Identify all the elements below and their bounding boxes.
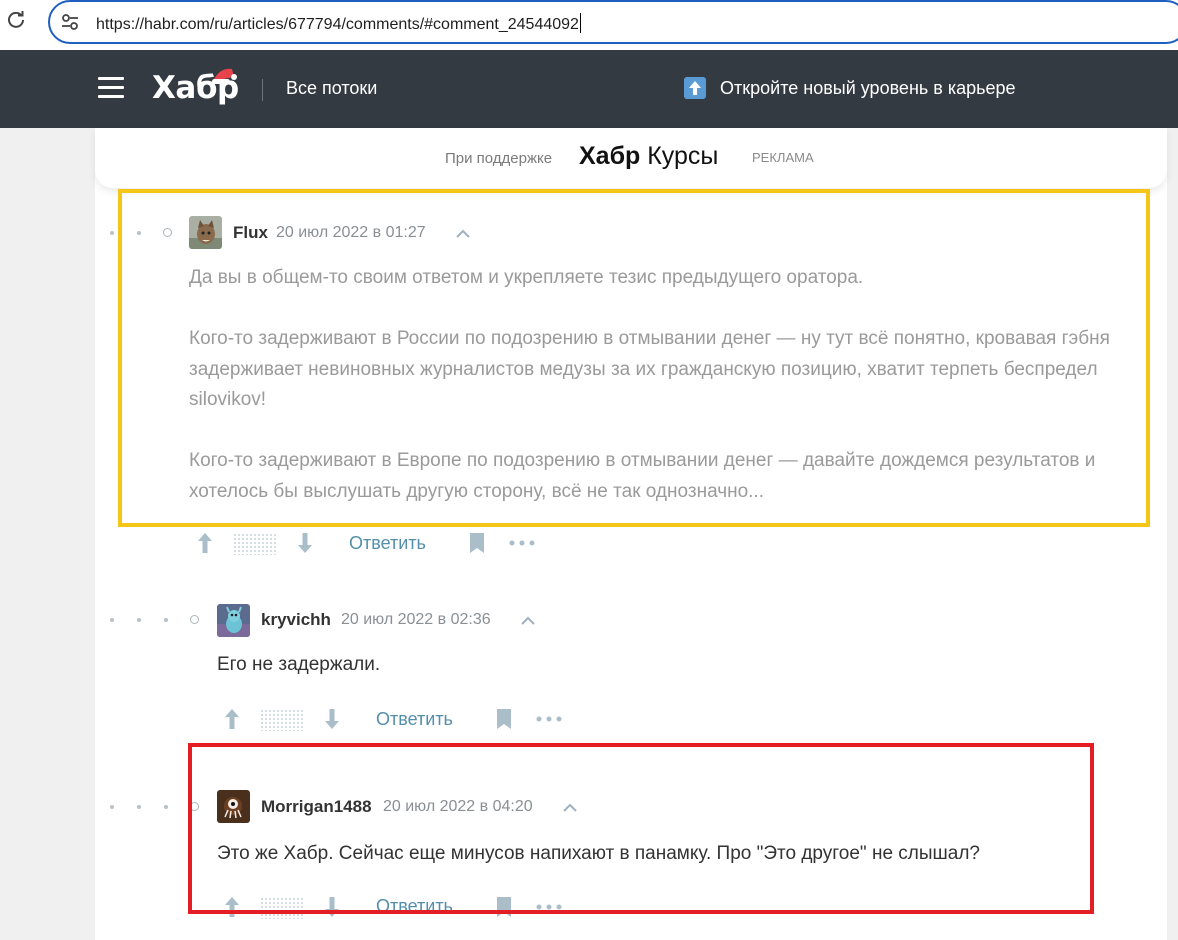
comment-body: Его не задержали. [217, 650, 1117, 681]
career-promo-link[interactable]: Откройте новый уровень в карьере [720, 78, 1016, 99]
thread-dot [137, 805, 141, 809]
thread-node [190, 615, 199, 624]
arrow-up-icon [684, 77, 706, 99]
thread-dot [137, 618, 141, 622]
vote-up-icon[interactable] [196, 531, 214, 555]
all-streams-link[interactable]: Все потоки [286, 78, 377, 99]
thread-dot [164, 805, 168, 809]
site-settings-icon[interactable] [60, 12, 80, 32]
site-header: Хабр Все потоки Откройте новый уровень в… [0, 50, 1178, 128]
browser-address-bar: https://habr.com/ru/articles/677794/comm… [0, 0, 1178, 50]
reply-button[interactable]: Ответить [376, 709, 453, 730]
vote-down-icon[interactable] [296, 531, 314, 555]
score-hidden-icon [260, 709, 304, 731]
thread-dot [164, 618, 168, 622]
score-hidden-icon [233, 533, 277, 555]
sponsor-banner[interactable]: При поддержке Хабр Курсы РЕКЛАМА [95, 128, 1167, 188]
sponsor-label: При поддержке [445, 150, 553, 167]
bookmark-icon[interactable] [469, 532, 485, 554]
header-divider [262, 79, 263, 101]
sponsor-logo[interactable]: Хабр Курсы [579, 142, 718, 171]
highlight-box-yellow [118, 189, 1150, 527]
bookmark-icon[interactable] [496, 708, 512, 730]
thread-dot [110, 618, 114, 622]
more-options-icon[interactable] [536, 716, 562, 722]
vote-up-icon[interactable] [223, 707, 241, 731]
more-options-icon[interactable] [509, 540, 535, 546]
ad-label: РЕКЛАМА [752, 150, 814, 165]
highlight-box-red [188, 743, 1094, 914]
chevron-up-icon[interactable] [520, 616, 536, 626]
avatar[interactable] [217, 604, 250, 637]
comment-paragraph: Его не задержали. [217, 654, 381, 675]
url-text: https://habr.com/ru/articles/677794/comm… [96, 13, 581, 34]
menu-icon[interactable] [98, 77, 124, 99]
comment-author[interactable]: kryvichh [261, 610, 331, 630]
reload-icon[interactable] [6, 9, 26, 29]
thread-dot [110, 805, 114, 809]
santa-hat-icon [212, 68, 237, 84]
thread-dot [110, 231, 114, 235]
vote-down-icon[interactable] [323, 707, 341, 731]
url-input[interactable]: https://habr.com/ru/articles/677794/comm… [48, 0, 1178, 44]
comment-date[interactable]: 20 июл 2022 в 02:36 [341, 611, 491, 629]
reply-button[interactable]: Ответить [349, 533, 426, 554]
